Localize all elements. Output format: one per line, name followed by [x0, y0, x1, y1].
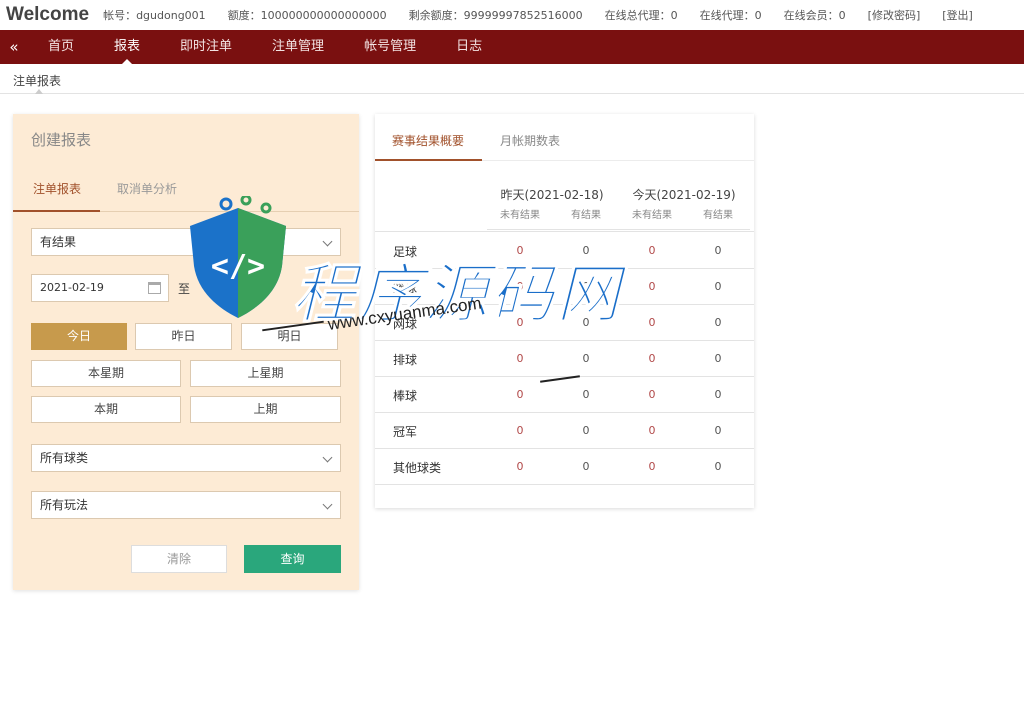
nav-item-bet-management[interactable]: 注单管理 — [252, 30, 344, 64]
table-row: 棒球 0 0 0 0 — [375, 377, 754, 413]
today-has-result: 0 — [714, 280, 722, 293]
today-has-result: 0 — [714, 460, 722, 473]
breadcrumb: 注单报表 — [0, 64, 1024, 94]
today-has-result: 0 — [714, 388, 722, 401]
header-divider — [487, 229, 750, 230]
calendar-icon[interactable] — [148, 282, 161, 294]
online-general-agents: 在线总代理：0 — [604, 9, 678, 22]
row-divider — [375, 484, 754, 485]
tab-cancel-analysis[interactable]: 取消单分析 — [117, 180, 177, 197]
sport-name: 其他球类 — [393, 461, 442, 475]
play-type-select[interactable]: 所有玩法 — [31, 491, 341, 519]
today-no-result: 0 — [648, 388, 656, 401]
active-tab-indicator — [375, 159, 482, 161]
collapse-menu-icon[interactable]: « — [0, 38, 28, 56]
nav-item-logs[interactable]: 日志 — [436, 30, 502, 64]
table-row: 排球 0 0 0 0 — [375, 341, 754, 377]
subheader-has-result: 有结果 — [703, 210, 733, 221]
main-nav: « 首页 报表 即时注单 注单管理 帐号管理 日志 — [0, 30, 1024, 64]
yesterday-has-result: 0 — [582, 460, 590, 473]
today-no-result: 0 — [648, 424, 656, 437]
yesterday-has-result: 0 — [582, 352, 590, 365]
yesterday-no-result: 0 — [516, 388, 524, 401]
nav-item-home[interactable]: 首页 — [28, 30, 94, 64]
last-period-button[interactable]: 上期 — [190, 396, 341, 423]
today-has-result: 0 — [714, 316, 722, 329]
yesterday-has-result: 0 — [582, 424, 590, 437]
active-tab-indicator — [13, 210, 100, 212]
today-button[interactable]: 今日 — [31, 323, 127, 350]
subheader-has-result: 有结果 — [571, 210, 601, 221]
quota-info: 额度：100000000000000000 — [227, 9, 387, 22]
today-has-result: 0 — [714, 244, 722, 257]
yesterday-no-result: 0 — [516, 352, 524, 365]
svg-text:</>: </> — [211, 249, 265, 284]
create-report-panel: 创建报表 注单报表 取消单分析 有结果 2021-02-19 至 今日 昨日 明… — [13, 114, 359, 590]
sport-select-value: 所有球类 — [40, 451, 89, 465]
logout-link[interactable]: [登出] — [942, 7, 973, 23]
result-select-value: 有结果 — [40, 235, 77, 249]
sport-name: 冠军 — [393, 425, 418, 439]
welcome-title: Welcome — [6, 4, 90, 25]
today-no-result: 0 — [648, 460, 656, 473]
watermark-logo-icon: </> — [190, 196, 286, 318]
chevron-down-icon — [322, 452, 333, 463]
subheader-no-result: 未有结果 — [500, 210, 540, 221]
table-row: 冠军 0 0 0 0 — [375, 413, 754, 449]
tab-results-summary[interactable]: 赛事结果概要 — [392, 132, 464, 149]
panel-title: 创建报表 — [31, 131, 92, 149]
yesterday-has-result: 0 — [582, 388, 590, 401]
breadcrumb-current[interactable]: 注单报表 — [13, 72, 61, 89]
clear-button[interactable]: 清除 — [131, 545, 227, 573]
tab-monthly-periods[interactable]: 月帐期数表 — [500, 132, 560, 149]
sport-select[interactable]: 所有球类 — [31, 444, 341, 472]
remaining-quota-info: 剩余额度：99999997852516000 — [408, 9, 583, 22]
breadcrumb-caret-icon — [35, 89, 43, 94]
play-type-select-value: 所有玩法 — [40, 498, 89, 512]
today-no-result: 0 — [648, 244, 656, 257]
today-has-result: 0 — [714, 352, 722, 365]
yesterday-no-result: 0 — [516, 424, 524, 437]
last-week-button[interactable]: 上星期 — [190, 360, 341, 387]
nav-item-reports[interactable]: 报表 — [94, 30, 160, 64]
yesterday-button[interactable]: 昨日 — [135, 323, 232, 350]
subheader-no-result: 未有结果 — [632, 210, 672, 221]
change-password-link[interactable]: [修改密码] — [868, 7, 921, 23]
yesterday-header: 昨天(2021-02-18) — [500, 188, 604, 202]
today-has-result: 0 — [714, 424, 722, 437]
yesterday-no-result: 0 — [516, 460, 524, 473]
table-row: 其他球类 0 0 0 0 — [375, 449, 754, 485]
header-divider — [375, 231, 754, 232]
account-info: 帐号：dgudong001 — [103, 9, 206, 22]
sport-name: 排球 — [393, 353, 418, 367]
nav-item-account-management[interactable]: 帐号管理 — [344, 30, 436, 64]
this-period-button[interactable]: 本期 — [31, 396, 181, 423]
today-no-result: 0 — [648, 316, 656, 329]
query-button[interactable]: 查询 — [244, 545, 341, 573]
online-agents: 在线代理：0 — [699, 9, 762, 22]
today-no-result: 0 — [648, 280, 656, 293]
date-from-value: 2021-02-19 — [40, 281, 104, 294]
online-members: 在线会员：0 — [783, 9, 846, 22]
top-info-bar: Welcome 帐号：dgudong001 额度：100000000000000… — [0, 0, 1024, 30]
tab-bet-report[interactable]: 注单报表 — [33, 180, 81, 197]
today-no-result: 0 — [648, 352, 656, 365]
sport-name: 棒球 — [393, 389, 418, 403]
date-from-input[interactable]: 2021-02-19 — [31, 274, 169, 302]
chevron-down-icon — [322, 499, 333, 510]
today-header: 今天(2021-02-19) — [632, 188, 736, 202]
this-week-button[interactable]: 本星期 — [31, 360, 181, 387]
nav-item-live-bets[interactable]: 即时注单 — [160, 30, 252, 64]
